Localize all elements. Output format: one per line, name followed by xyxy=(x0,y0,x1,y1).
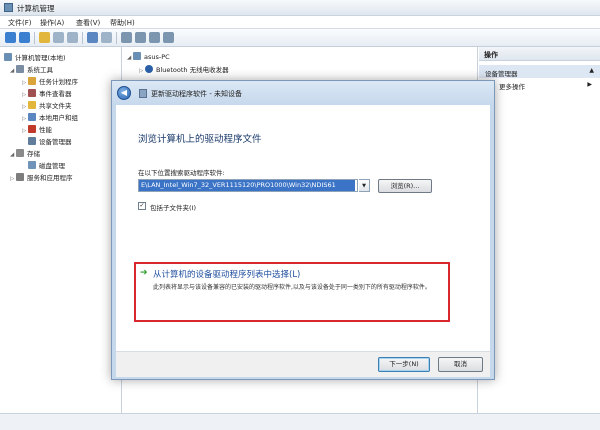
dialog-title: 更新驱动程序软件 - 未知设备 xyxy=(151,90,242,98)
tree-item-task-scheduler[interactable]: ▷ 任务计划程序 xyxy=(22,76,78,87)
tree-item-local-users[interactable]: ▷ 本地用户和组 xyxy=(22,112,78,123)
menu-file[interactable]: 文件(F) xyxy=(8,18,32,28)
cancel-button[interactable]: 取消 xyxy=(438,357,483,372)
export-list-icon[interactable] xyxy=(101,32,112,43)
disk-icon xyxy=(28,161,36,169)
actions-device-manager[interactable]: 设备管理器 ▲ xyxy=(479,65,600,78)
tree-item-storage[interactable]: ◢ 存储 xyxy=(10,148,40,159)
next-button[interactable]: 下一步(N) xyxy=(378,357,430,372)
forward-arrow-icon[interactable] xyxy=(19,32,30,43)
tree-item-disk-management[interactable]: 磁盘管理 xyxy=(28,160,65,171)
computer-management-icon xyxy=(4,3,13,12)
menu-action[interactable]: 操作(A) xyxy=(40,18,64,28)
dialog-footer: 下一步(N) 取消 xyxy=(116,351,490,377)
window-titlebar: 计算机管理 xyxy=(0,0,600,16)
tree-item-services-apps[interactable]: ▷ 服务和应用程序 xyxy=(10,172,73,183)
dialog-header: ◀ 更新驱动程序软件 - 未知设备 xyxy=(112,81,494,105)
device-manager-icon xyxy=(28,137,36,145)
tree-item-performance[interactable]: ▷ 性能 xyxy=(22,124,52,135)
dialog-heading: 浏览计算机上的驱动程序文件 xyxy=(138,134,262,145)
toolbar xyxy=(0,29,600,47)
device-tree-bluetooth[interactable]: ▷ Bluetooth 无线电收发器 xyxy=(139,64,229,75)
back-arrow-icon[interactable]: ◀ xyxy=(117,86,131,100)
menu-bar: 文件(F) 操作(A) 查看(V) 帮助(H) xyxy=(0,16,600,29)
navigation-tree: 计算机管理(本地) ◢ 系统工具 ▷ 任务计划程序 ▷ 事件查看器 ▷ 共享文件夹 ▷ 本… xyxy=(0,47,122,413)
toolbar-separator xyxy=(82,32,83,44)
green-arrow-icon: ➔ xyxy=(140,268,148,278)
tree-item-device-manager[interactable]: 设备管理器 xyxy=(28,136,72,147)
actions-header: 操作 xyxy=(479,47,600,61)
services-icon xyxy=(16,173,24,181)
tree-item-system-tools[interactable]: ◢ 系统工具 xyxy=(10,64,53,75)
driver-path-input[interactable]: E\LAN_Intel_Win7_32_VER1115120\PRO1000\W… xyxy=(138,179,358,192)
pick-from-list-description: 此列表将显示与该设备兼容的已安装的驱动程序软件,以及与该设备处于同一类别下的所有… xyxy=(153,284,431,291)
show-hide-tree-icon[interactable] xyxy=(53,32,64,43)
menu-view[interactable]: 查看(V) xyxy=(76,18,100,28)
back-arrow-icon[interactable] xyxy=(5,32,16,43)
computer-icon xyxy=(133,52,141,60)
performance-icon xyxy=(28,125,36,133)
toolbar-separator xyxy=(116,32,117,44)
bluetooth-icon xyxy=(145,65,153,73)
chevron-right-icon[interactable]: ▶ xyxy=(587,81,592,88)
device-tree-root[interactable]: ◢ asus-PC xyxy=(127,52,170,63)
driver-path-value: E\LAN_Intel_Win7_32_VER1115120\PRO1000\W… xyxy=(139,180,355,191)
update-driver-dialog: ◀ 更新驱动程序软件 - 未知设备 浏览计算机上的驱动程序文件 在以下位置搜索驱… xyxy=(111,80,495,380)
help-icon[interactable] xyxy=(87,32,98,43)
disable-device-icon[interactable] xyxy=(149,32,160,43)
include-subfolders-checkbox[interactable]: ✓ xyxy=(138,202,146,210)
scan-hardware-icon[interactable] xyxy=(121,32,132,43)
tree-item-computer-management[interactable]: 计算机管理(本地) xyxy=(4,52,66,63)
status-bar xyxy=(0,413,600,430)
uninstall-device-icon[interactable] xyxy=(163,32,174,43)
pick-from-list-link[interactable]: 从计算机的设备驱动程序列表中选择(L) xyxy=(153,268,300,280)
collapse-up-icon[interactable]: ▲ xyxy=(589,67,594,74)
toolbar-separator xyxy=(34,32,35,44)
more-actions-item[interactable]: 更多操作 xyxy=(499,81,525,91)
window-title: 计算机管理 xyxy=(17,4,55,13)
clock-icon xyxy=(28,77,36,85)
menu-help[interactable]: 帮助(H) xyxy=(110,18,135,28)
path-dropdown-button[interactable]: ▼ xyxy=(359,179,370,192)
properties-icon[interactable] xyxy=(67,32,78,43)
folder-icon xyxy=(28,101,36,109)
up-folder-icon[interactable] xyxy=(39,32,50,43)
users-icon xyxy=(28,113,36,121)
tree-item-event-viewer[interactable]: ▷ 事件查看器 xyxy=(22,88,72,99)
browse-button[interactable]: 浏览(R)... xyxy=(378,179,432,193)
dialog-body: 浏览计算机上的驱动程序文件 在以下位置搜索驱动程序软件: E\LAN_Intel… xyxy=(116,105,490,351)
actions-pane: 操作 设备管理器 ▲ 更多操作 ▶ xyxy=(479,47,600,413)
computer-icon xyxy=(4,53,12,61)
include-subfolders-label[interactable]: 包括子文件夹(I) xyxy=(150,202,196,212)
tools-icon xyxy=(16,65,24,73)
event-icon xyxy=(28,89,36,97)
update-driver-icon[interactable] xyxy=(135,32,146,43)
search-location-label: 在以下位置搜索驱动程序软件: xyxy=(138,169,225,177)
storage-icon xyxy=(16,149,24,157)
device-icon xyxy=(139,89,147,98)
tree-item-shared-folders[interactable]: ▷ 共享文件夹 xyxy=(22,100,72,111)
